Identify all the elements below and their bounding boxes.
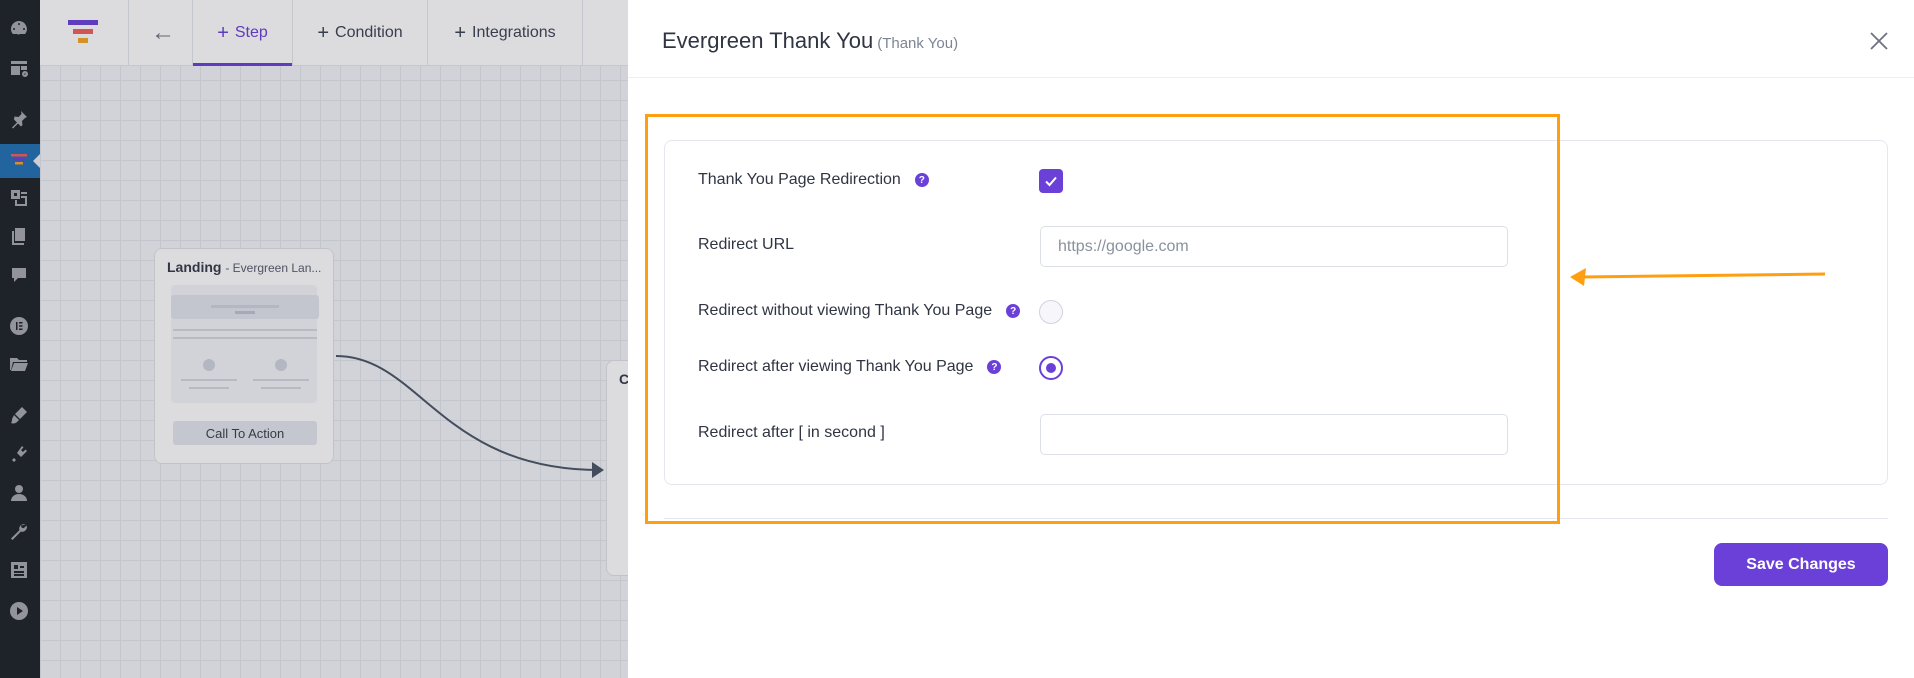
- close-icon[interactable]: [1868, 30, 1890, 52]
- panel-subtitle: (Thank You): [877, 35, 959, 52]
- panel-title: Evergreen Thank You (Thank You): [662, 28, 959, 53]
- panel-header: Evergreen Thank You (Thank You): [628, 0, 1914, 78]
- annotation-highlight-box: [645, 114, 1560, 524]
- annotation-arrow-icon: [1570, 268, 1826, 286]
- modal-backdrop[interactable]: [0, 0, 628, 678]
- save-changes-button[interactable]: Save Changes: [1714, 543, 1888, 586]
